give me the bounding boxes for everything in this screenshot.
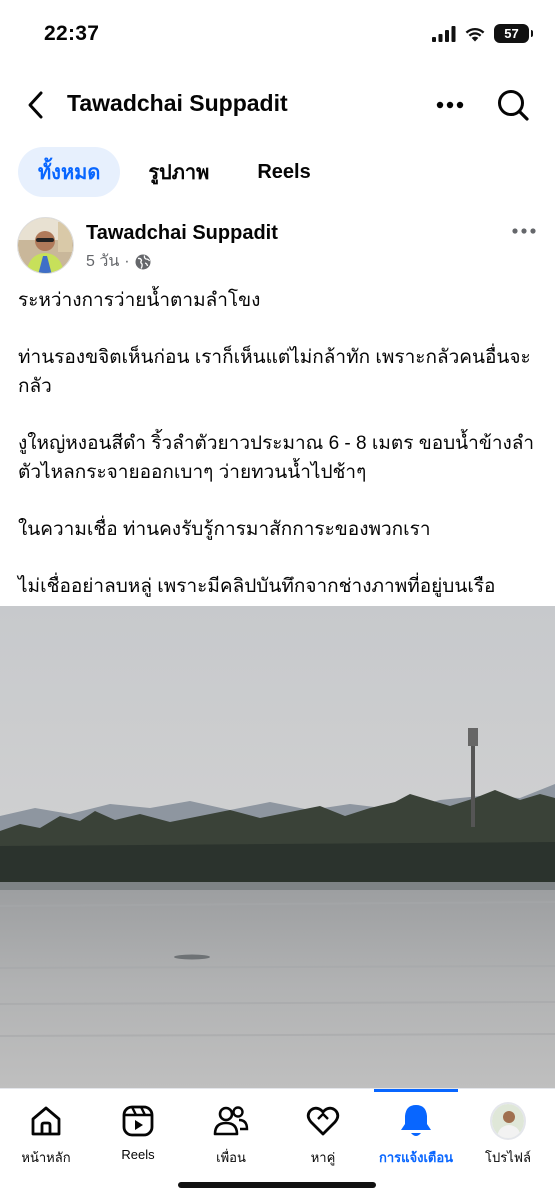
page-title: Tawadchai Suppadit	[67, 90, 288, 116]
post-paragraph: ท่านรองขจิตเห็นก่อน เราก็เห็นแต่ไม่กล้าท…	[18, 347, 531, 397]
chevron-left-icon	[28, 91, 43, 119]
reels-icon	[120, 1103, 156, 1139]
post-author-avatar[interactable]	[17, 217, 74, 274]
nav-label: หาคู่	[310, 1150, 336, 1165]
search-button[interactable]	[494, 86, 532, 124]
more-horizontal-icon	[436, 101, 464, 109]
tab-all[interactable]: ทั้งหมด	[18, 147, 121, 197]
nav-dating[interactable]: หาคู่	[277, 1089, 369, 1169]
post-author-name[interactable]: Tawadchai Suppadit	[86, 222, 278, 245]
post-paragraph: งูใหญ่หงอนสีดำ ริ้วลำตัวยาวประมาณ 6 - 8 …	[18, 433, 535, 483]
post-text: ระหว่างการว่ายน้ำตามลำโขง ท่านรองขจิตเห็…	[18, 286, 543, 629]
nav-label: เพื่อน	[216, 1150, 246, 1165]
nav-label: Reels	[121, 1147, 155, 1162]
nav-profile[interactable]: โปรไฟล์	[462, 1089, 554, 1169]
nav-label: การแจ้งเตือน	[378, 1150, 454, 1165]
post-photo[interactable]	[0, 606, 555, 1088]
more-options-button[interactable]	[432, 88, 468, 122]
post-paragraph: ระหว่างการว่ายน้ำตามลำโขง	[18, 290, 261, 311]
globe-icon	[135, 254, 151, 269]
page-header: Tawadchai Suppadit	[0, 78, 555, 132]
friends-icon	[213, 1103, 249, 1139]
status-bar: 22:37 57	[0, 0, 555, 70]
nav-label: โปรไฟล์	[485, 1150, 531, 1165]
home-icon	[28, 1103, 64, 1139]
home-indicator	[178, 1182, 376, 1188]
wifi-icon	[465, 27, 485, 41]
bottom-navigation: หน้าหลัก Reels เพื่อน หาคู่ การแจ้งเตือน…	[0, 1088, 555, 1200]
nav-notifications[interactable]: การแจ้งเตือน	[370, 1089, 462, 1169]
tab-photos[interactable]: รูปภาพ	[128, 147, 229, 197]
more-horizontal-icon	[512, 228, 536, 234]
dating-heart-icon	[305, 1103, 341, 1139]
battery-indicator: 57	[494, 24, 533, 43]
status-time: 22:37	[44, 22, 100, 45]
tab-reels[interactable]: Reels	[237, 147, 330, 197]
nav-reels[interactable]: Reels	[92, 1089, 184, 1169]
post-time[interactable]: 5 วัน	[86, 249, 119, 274]
search-icon	[498, 90, 529, 121]
back-button[interactable]	[18, 87, 52, 123]
status-icons: 57	[432, 24, 533, 43]
nav-home[interactable]: หน้าหลัก	[0, 1089, 92, 1169]
post-paragraph: ในความเชื่อ ท่านคงรับรู้การมาสักการะของพ…	[18, 519, 431, 540]
post-meta: 5 วัน ·	[86, 249, 151, 274]
meta-separator: ·	[124, 252, 130, 270]
post-paragraph: ไม่เชื่ออย่าลบหลู่ เพราะมีคลิปบันทึกจากช…	[18, 576, 496, 597]
signal-icon	[432, 25, 456, 42]
filter-tabs: ทั้งหมด รูปภาพ Reels	[18, 147, 331, 197]
post-more-button[interactable]	[508, 220, 540, 242]
nav-label: หน้าหลัก	[21, 1150, 71, 1165]
avatar-image	[18, 218, 73, 273]
nav-friends[interactable]: เพื่อน	[185, 1089, 277, 1169]
bell-icon	[398, 1103, 434, 1139]
profile-avatar	[490, 1102, 526, 1140]
